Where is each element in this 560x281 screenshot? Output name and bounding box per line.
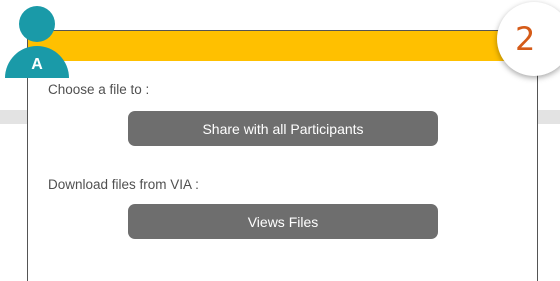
step-number: 2 [515,20,536,58]
screen: Choose a file to : Share with all Partic… [0,0,560,281]
share-with-all-button[interactable]: Share with all Participants [128,111,438,146]
view-files-button[interactable]: Views Files [128,204,438,239]
download-prompt-label: Download files from VIA : [48,177,199,192]
share-prompt-label: Choose a file to : [48,82,150,97]
panel-header [28,31,537,61]
user-avatar: A [3,4,71,82]
file-share-panel: Choose a file to : Share with all Partic… [27,30,538,281]
avatar-letter: A [31,56,43,73]
